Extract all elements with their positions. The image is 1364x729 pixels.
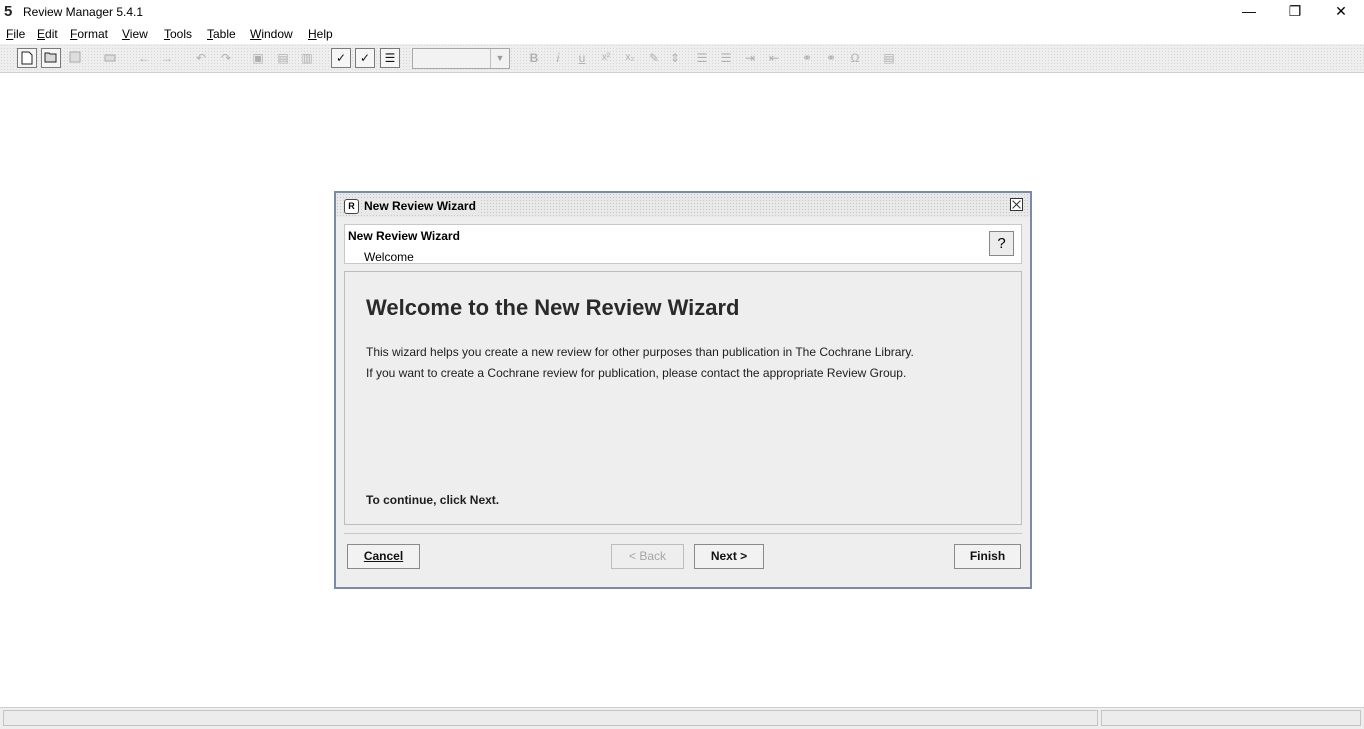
wizard-step-label: Welcome	[364, 250, 414, 264]
indent-icon[interactable]: ⇥	[740, 48, 760, 68]
font-select[interactable]: ▼	[412, 48, 510, 69]
print-icon[interactable]	[100, 48, 120, 68]
cancel-button[interactable]: Cancel	[347, 544, 420, 569]
wizard-header: New Review Wizard Welcome ?	[344, 224, 1022, 264]
text-direction-icon[interactable]: ⇕	[665, 48, 685, 68]
new-review-wizard-dialog: R New Review Wizard New Review Wizard We…	[334, 191, 1032, 589]
menu-table[interactable]: Table	[207, 27, 236, 41]
minimize-icon[interactable]: —	[1226, 0, 1272, 24]
table-icon[interactable]: ▤	[879, 48, 899, 68]
wizard-content: Welcome to the New Review Wizard This wi…	[344, 271, 1022, 525]
status-bar	[0, 707, 1364, 729]
close-window-icon[interactable]: ✕	[1318, 0, 1364, 24]
menu-view[interactable]: View	[122, 27, 148, 41]
menu-tools[interactable]: Tools	[164, 27, 192, 41]
menu-bar: File Edit Format View Tools Table Window…	[0, 24, 1364, 44]
bold-icon[interactable]: B	[524, 48, 544, 68]
find-icon[interactable]: ☰	[380, 48, 400, 68]
title-bar: 5 Review Manager 5.4.1 — ❐ ✕	[0, 0, 1364, 24]
highlight-icon[interactable]: ✎	[644, 48, 664, 68]
spell-check-icon[interactable]: ✓	[331, 48, 351, 68]
unlink-icon[interactable]: ⚭	[821, 48, 841, 68]
status-segment-main	[3, 710, 1098, 726]
menu-file[interactable]: File	[6, 27, 25, 41]
abc-check-icon[interactable]: ✓	[355, 48, 375, 68]
subscript-icon[interactable]: x₂	[620, 48, 640, 68]
menu-window[interactable]: Window	[250, 27, 293, 41]
intro-line-1: This wizard helps you create a new revie…	[366, 345, 914, 359]
wizard-header-title: New Review Wizard	[348, 229, 460, 243]
close-icon[interactable]	[1010, 198, 1023, 211]
finish-button-label: Finish	[969, 549, 1006, 563]
menu-format[interactable]: Format	[70, 27, 108, 41]
back-button-label: < Back	[628, 549, 667, 563]
back-arrow-icon[interactable]: ←	[134, 48, 154, 68]
new-file-icon[interactable]	[17, 48, 37, 68]
outdent-icon[interactable]: ⇤	[764, 48, 784, 68]
copy-icon[interactable]: ▤	[273, 48, 293, 68]
window-title: Review Manager 5.4.1	[23, 5, 144, 19]
cancel-button-label: Cancel	[363, 549, 404, 563]
symbol-omega-icon[interactable]: Ω	[845, 48, 865, 68]
next-button[interactable]: Next >	[694, 544, 764, 569]
save-icon[interactable]	[65, 48, 85, 68]
superscript-icon[interactable]: x²	[596, 48, 616, 68]
numbered-list-icon[interactable]: ☰	[716, 48, 736, 68]
italic-icon[interactable]: i	[548, 48, 568, 68]
open-folder-icon[interactable]	[41, 48, 61, 68]
paste-icon[interactable]: ▥	[297, 48, 317, 68]
help-icon: ?	[997, 235, 1006, 252]
menu-edit[interactable]: Edit	[37, 27, 58, 41]
app-logo-icon: 5	[4, 3, 13, 20]
bullet-list-icon[interactable]: ☰	[692, 48, 712, 68]
toolbar: ← → ↶ ↷ ▣ ▤ ▥ ✓ ✓ ☰ B i u x² x₂ ✎ ⇕ ☰ ☰ …	[0, 44, 1364, 73]
underline-icon[interactable]: u	[572, 48, 592, 68]
chevron-down-icon[interactable]: ▼	[490, 49, 509, 68]
menu-help[interactable]: Help	[308, 27, 333, 41]
continue-instruction: To continue, click Next.	[366, 493, 500, 507]
dialog-title-bar[interactable]: R New Review Wizard	[336, 193, 1030, 217]
next-button-label: Next >	[710, 549, 748, 563]
finish-button[interactable]: Finish	[954, 544, 1021, 569]
dialog-app-icon: R	[344, 199, 359, 214]
wizard-button-bar: Cancel < Back Next > Finish	[344, 533, 1022, 582]
back-button[interactable]: < Back	[611, 544, 684, 569]
dialog-title: New Review Wizard	[364, 199, 480, 213]
forward-arrow-icon[interactable]: →	[157, 48, 177, 68]
redo-icon[interactable]: ↷	[216, 48, 236, 68]
help-button[interactable]: ?	[989, 231, 1014, 256]
welcome-heading: Welcome to the New Review Wizard	[366, 295, 740, 320]
link-icon[interactable]: ⚭	[797, 48, 817, 68]
status-segment-secondary	[1101, 710, 1361, 726]
restore-icon[interactable]: ❐	[1272, 0, 1318, 24]
undo-icon[interactable]: ↶	[191, 48, 211, 68]
intro-line-2: If you want to create a Cochrane review …	[366, 366, 907, 380]
cut-icon[interactable]: ▣	[248, 48, 268, 68]
